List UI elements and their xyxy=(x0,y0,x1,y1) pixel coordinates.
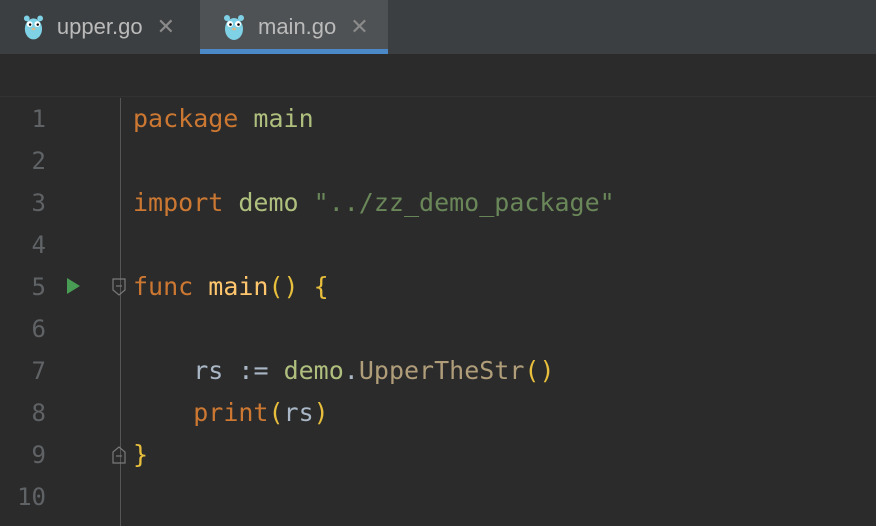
line-number: 4 xyxy=(31,231,46,259)
close-icon[interactable]: ✕ xyxy=(157,16,175,38)
breadcrumb-bar xyxy=(0,54,876,97)
code-line: 8 print(rs) xyxy=(0,392,876,434)
function-name: main xyxy=(208,272,269,301)
gopher-icon xyxy=(23,15,44,40)
fold-icon[interactable] xyxy=(112,446,126,464)
line-number: 1 xyxy=(31,105,46,133)
code-text[interactable]: package main xyxy=(133,98,314,140)
code-line: 1 package main xyxy=(0,98,876,140)
tab-upper-go[interactable]: upper.go ✕ xyxy=(0,0,175,54)
keyword: func xyxy=(133,272,194,301)
code-line: 7 rs := demo.UpperTheStr() xyxy=(0,350,876,392)
close-icon[interactable]: ✕ xyxy=(350,16,368,38)
keyword: package xyxy=(133,104,239,133)
line-number: 2 xyxy=(31,147,46,175)
tab-label: main.go xyxy=(258,14,337,39)
code-line: 10 xyxy=(0,476,876,518)
line-number: 6 xyxy=(31,315,46,343)
tab-bar: upper.go ✕ main.go ✕ xyxy=(0,0,876,54)
code-line: 4 xyxy=(0,224,876,266)
keyword: import xyxy=(133,188,224,217)
function-call: UpperTheStr xyxy=(358,356,525,385)
line-number: 3 xyxy=(31,189,46,217)
variable: rs xyxy=(193,356,224,385)
code-text[interactable]: rs := demo.UpperTheStr() xyxy=(133,350,555,392)
line-number: 9 xyxy=(31,441,46,469)
parens: () xyxy=(524,356,555,385)
code-text[interactable]: func main() { xyxy=(133,266,329,308)
code-line: 3 import demo "../zz_demo_package" xyxy=(0,182,876,224)
tab-label: upper.go xyxy=(56,14,143,39)
line-number: 5 xyxy=(31,273,46,301)
package-ref: demo xyxy=(283,356,344,385)
parens: () xyxy=(268,272,299,301)
code-text[interactable]: print(rs) xyxy=(133,392,329,434)
open-paren: ( xyxy=(268,398,284,427)
tab-main-go[interactable]: main.go ✕ xyxy=(200,0,388,54)
fold-icon[interactable] xyxy=(112,278,126,296)
dot: . xyxy=(343,356,359,385)
code-text[interactable]: } xyxy=(133,434,148,476)
line-number: 8 xyxy=(31,399,46,427)
package-name: main xyxy=(253,104,314,133)
code-text[interactable]: import demo "../zz_demo_package" xyxy=(133,182,615,224)
code-line: 5 func main() { xyxy=(0,266,876,308)
argument: rs xyxy=(283,398,314,427)
operator: := xyxy=(238,356,269,385)
run-icon[interactable] xyxy=(67,278,80,294)
code-line: 9 } xyxy=(0,434,876,476)
code-line: 6 xyxy=(0,308,876,350)
line-number: 10 xyxy=(17,483,46,511)
import-alias: demo xyxy=(238,188,299,217)
gopher-icon xyxy=(224,15,244,40)
line-number: 7 xyxy=(31,357,46,385)
code-line: 2 xyxy=(0,140,876,182)
open-brace: { xyxy=(313,272,329,301)
close-brace: } xyxy=(133,440,149,469)
builtin-function: print xyxy=(193,398,269,427)
string-literal: "../zz_demo_package" xyxy=(313,188,615,217)
close-paren: ) xyxy=(313,398,329,427)
